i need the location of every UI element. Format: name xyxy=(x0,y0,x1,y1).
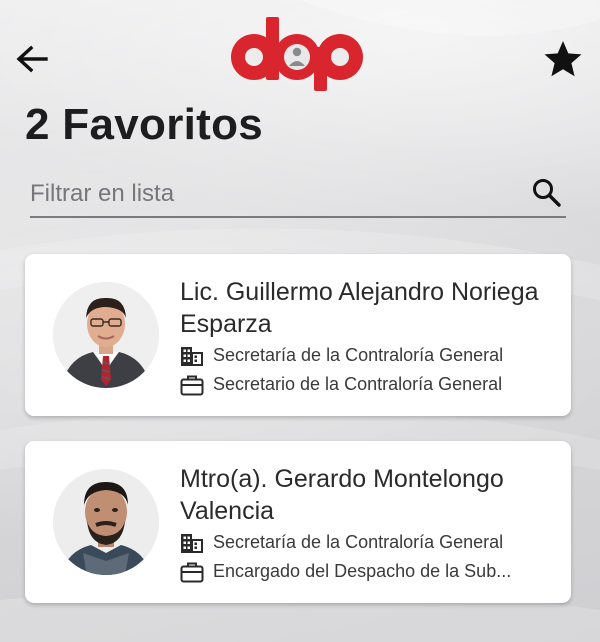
briefcase-icon xyxy=(180,375,204,396)
building-icon xyxy=(181,534,203,553)
page-title: 2 Favoritos xyxy=(25,100,264,149)
favorite-name: Lic. Guillermo Alejandro Noriega Esparza xyxy=(180,278,539,338)
app-header xyxy=(0,0,600,100)
search-button[interactable] xyxy=(530,176,564,210)
office-text: Secretaría de la Contraloría General xyxy=(213,345,504,365)
avatar xyxy=(53,282,159,388)
office-text: Secretaría de la Contraloría General xyxy=(213,532,504,552)
favorite-card[interactable]: Mtro(a). Gerardo Montelongo Valencia Sec… xyxy=(25,441,571,603)
dap-logo xyxy=(228,17,366,91)
office-line: Secretaría de la Contraloría General xyxy=(180,530,565,556)
star-icon xyxy=(544,41,582,77)
back-button[interactable] xyxy=(12,40,52,80)
building-icon xyxy=(181,347,203,366)
search-bar xyxy=(30,170,566,218)
search-input[interactable] xyxy=(30,176,510,212)
favorite-name: Mtro(a). Gerardo Montelongo Valencia xyxy=(180,465,504,525)
position-text: Encargado del Despacho de la Sub... xyxy=(213,561,512,581)
favorite-card[interactable]: Lic. Guillermo Alejandro Noriega Esparza… xyxy=(25,254,571,416)
position-line: Secretario de la Contraloría General xyxy=(180,372,565,398)
position-text: Secretario de la Contraloría General xyxy=(213,374,503,394)
avatar xyxy=(53,469,159,575)
search-icon xyxy=(533,179,561,207)
arrow-left-icon xyxy=(16,45,48,73)
office-line: Secretaría de la Contraloría General xyxy=(180,343,565,369)
briefcase-icon xyxy=(180,562,204,583)
favorites-button[interactable] xyxy=(542,38,584,80)
position-line: Encargado del Despacho de la Sub... xyxy=(180,559,565,585)
